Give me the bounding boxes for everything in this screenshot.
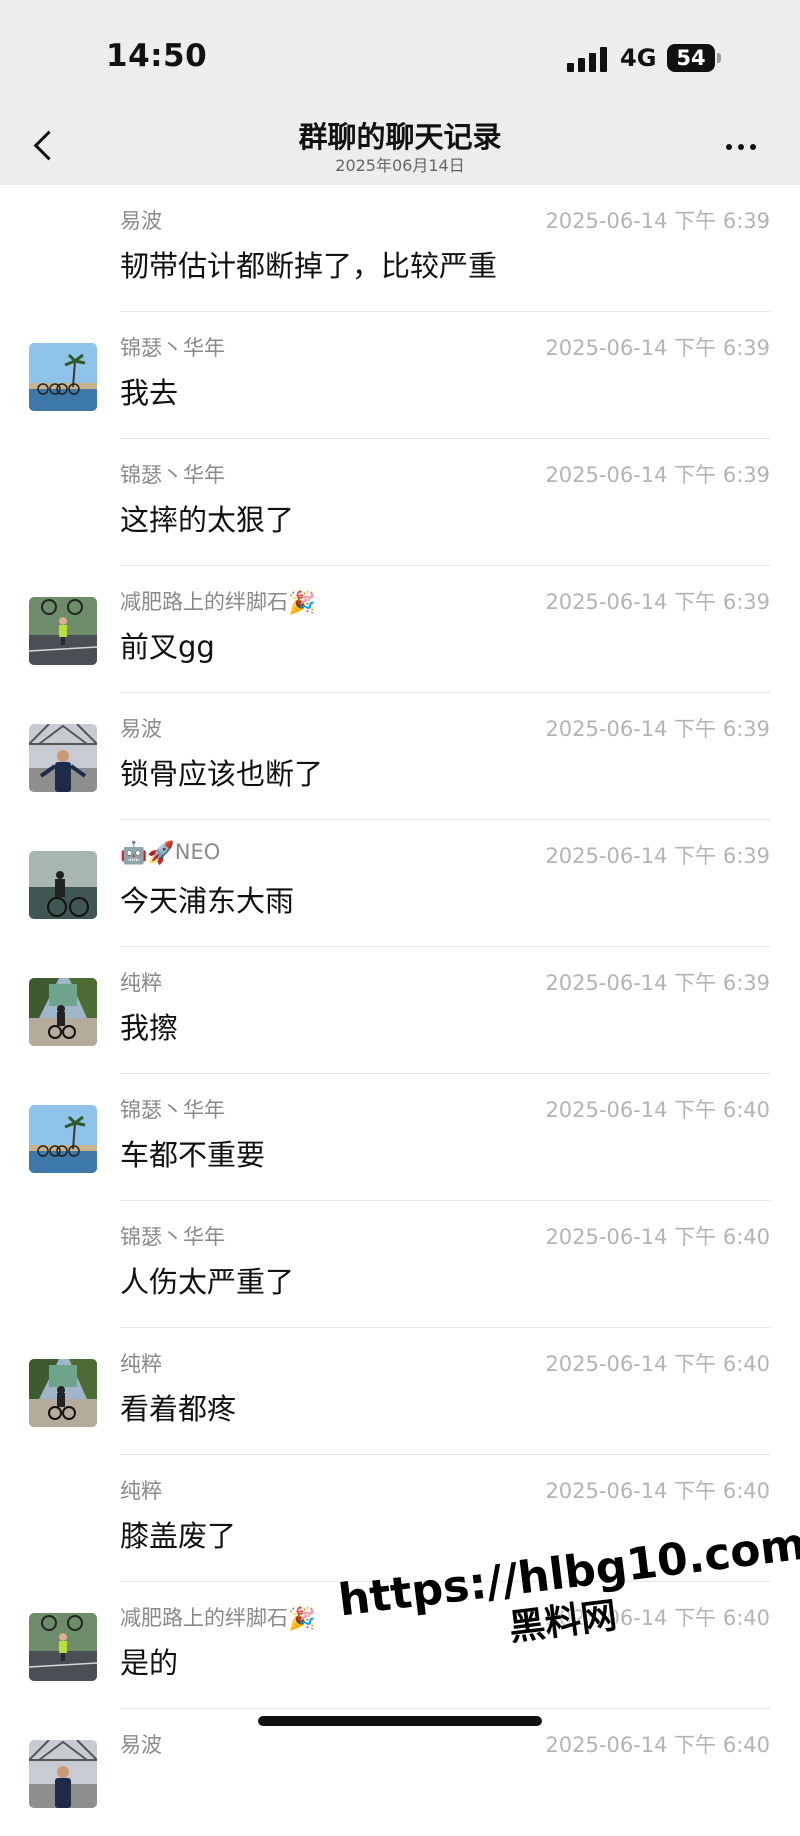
message-row[interactable]: 锦瑟丶华年 2025-06-14 下午 6:39 我去 (0, 312, 800, 439)
sender-name: 易波 (120, 1733, 162, 1757)
message-row[interactable]: 锦瑟丶华年 2025-06-14 下午 6:40 人伤太严重了 (0, 1201, 800, 1328)
message-row[interactable]: 纯粹 2025-06-14 下午 6:39 我擦 (0, 947, 800, 1074)
message-row[interactable]: 纯粹 2025-06-14 下午 6:40 看着都疼 (0, 1328, 800, 1455)
page-title: 群聊的聊天记录 (298, 120, 502, 154)
message-time: 2025-06-14 下午 6:40 (545, 1733, 770, 1757)
avatar[interactable] (29, 1613, 97, 1681)
sender-name: 🤖🚀NEO (120, 840, 221, 866)
message-row[interactable]: 锦瑟丶华年 2025-06-14 下午 6:39 这摔的太狠了 (0, 439, 800, 566)
message-text: 锁骨应该也断了 (120, 757, 324, 791)
message-time: 2025-06-14 下午 6:39 (545, 717, 770, 741)
home-indicator[interactable] (258, 1716, 542, 1726)
message-text: 韧带估计都断掉了，比较严重 (120, 249, 498, 283)
sender-name: 锦瑟丶华年 (120, 336, 225, 360)
message-row[interactable]: 减肥路上的绊脚石🎉 2025-06-14 下午 6:39 前叉gg (0, 566, 800, 693)
avatar[interactable] (29, 1359, 97, 1427)
message-text: 这摔的太狠了 (120, 503, 295, 537)
message-text: 我去 (120, 376, 179, 410)
avatar[interactable] (29, 343, 97, 411)
message-time: 2025-06-14 下午 6:39 (545, 590, 770, 614)
avatar[interactable] (29, 1105, 97, 1173)
message-time: 2025-06-14 下午 6:39 (545, 844, 770, 868)
message-text: 前叉gg (120, 630, 215, 664)
robot-rocket-emoji-icon: 🤖🚀 (120, 840, 175, 866)
avatar[interactable] (29, 1740, 97, 1808)
sender-name: 纯粹 (120, 971, 162, 995)
party-popper-icon: 🎉 (288, 590, 316, 616)
message-row[interactable]: 易波 2025-06-14 下午 6:39 韧带估计都断掉了，比较严重 (0, 185, 800, 312)
message-time: 2025-06-14 下午 6:39 (545, 336, 770, 360)
message-row[interactable]: 易波 2025-06-14 下午 6:39 锁骨应该也断了 (0, 693, 800, 820)
message-row[interactable]: 锦瑟丶华年 2025-06-14 下午 6:40 车都不重要 (0, 1074, 800, 1201)
message-row[interactable]: 🤖🚀NEO 2025-06-14 下午 6:39 今天浦东大雨 (0, 820, 800, 947)
message-time: 2025-06-14 下午 6:39 (545, 463, 770, 487)
sender-name: 减肥路上的绊脚石🎉 (120, 1606, 316, 1632)
sender-name: 易波 (120, 717, 162, 741)
avatar[interactable] (29, 851, 97, 919)
cellular-signal-icon (567, 46, 611, 72)
network-type: 4G (620, 44, 657, 72)
message-text: 车都不重要 (120, 1138, 266, 1172)
sender-name: 纯粹 (120, 1352, 162, 1376)
avatar[interactable] (29, 597, 97, 665)
sender-name: 锦瑟丶华年 (120, 1225, 225, 1249)
avatar[interactable] (29, 724, 97, 792)
nav-bar: 群聊的聊天记录 2025年06月14日 (0, 110, 800, 185)
message-text: 人伤太严重了 (120, 1265, 295, 1299)
message-text: 膝盖废了 (120, 1519, 237, 1553)
more-options-button[interactable] (726, 136, 766, 158)
message-text: 我擦 (120, 1011, 179, 1045)
sender-name: 锦瑟丶华年 (120, 1098, 225, 1122)
message-time: 2025-06-14 下午 6:39 (545, 971, 770, 995)
sender-name: 锦瑟丶华年 (120, 463, 225, 487)
message-time: 2025-06-14 下午 6:39 (545, 209, 770, 233)
message-time: 2025-06-14 下午 6:40 (545, 1098, 770, 1122)
status-bar: 14:50 4G 54 (0, 0, 800, 110)
message-time: 2025-06-14 下午 6:40 (545, 1225, 770, 1249)
sender-name: 减肥路上的绊脚石🎉 (120, 590, 316, 616)
sender-name: 纯粹 (120, 1479, 162, 1503)
party-popper-icon: 🎉 (288, 1606, 316, 1632)
sender-name: 易波 (120, 209, 162, 233)
message-time: 2025-06-14 下午 6:40 (545, 1479, 770, 1503)
message-time: 2025-06-14 下午 6:40 (545, 1352, 770, 1376)
battery-icon: 54 (667, 44, 721, 72)
battery-level: 54 (667, 44, 715, 72)
message-row[interactable]: 易波 2025-06-14 下午 6:40 (0, 1709, 800, 1836)
message-text: 是的 (120, 1646, 179, 1680)
page-subtitle: 2025年06月14日 (335, 156, 465, 175)
message-text: 看着都疼 (120, 1392, 237, 1426)
avatar[interactable] (29, 978, 97, 1046)
status-time: 14:50 (106, 38, 208, 74)
more-dots-icon (726, 144, 732, 150)
message-text: 今天浦东大雨 (120, 884, 295, 918)
